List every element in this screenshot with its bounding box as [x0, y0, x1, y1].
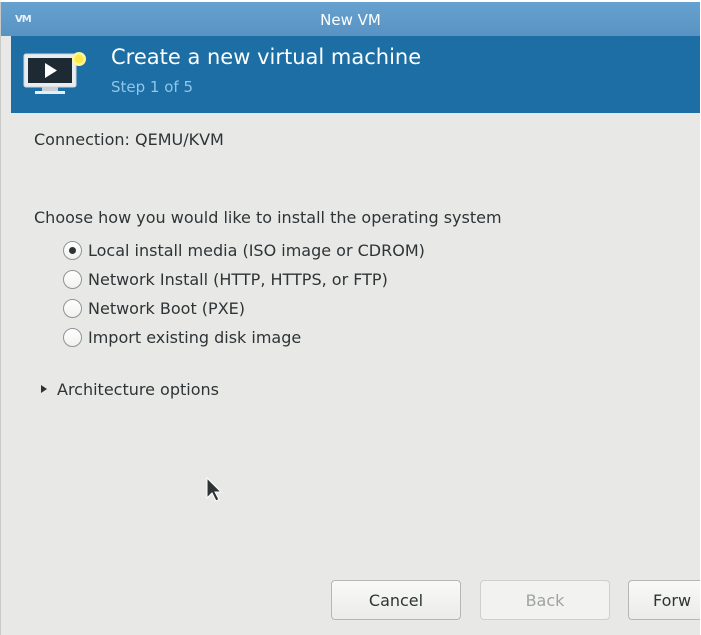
radio-button[interactable]	[63, 240, 82, 260]
forward-button[interactable]: Forw	[628, 580, 700, 620]
radio-button[interactable]	[63, 327, 82, 347]
radio-network-boot[interactable]: Network Boot (PXE)	[63, 296, 245, 320]
new-vm-window: VM New VM Create a new virtual machine S…	[0, 2, 700, 635]
wizard-title: Create a new virtual machine	[111, 45, 422, 69]
radio-label: Network Boot (PXE)	[88, 298, 246, 318]
wizard-header: Create a new virtual machine Step 1 of 5	[11, 36, 700, 113]
radio-label: Import existing disk image	[88, 327, 302, 347]
architecture-options-expander[interactable]: Architecture options	[41, 379, 219, 399]
expander-label: Architecture options	[57, 379, 219, 399]
radio-local-install-media[interactable]: Local install media (ISO image or CDROM)	[63, 238, 425, 262]
connection-label: Connection: QEMU/KVM	[34, 130, 224, 149]
back-button[interactable]: Back	[480, 580, 610, 620]
radio-network-install[interactable]: Network Install (HTTP, HTTPS, or FTP)	[63, 267, 388, 291]
install-method-prompt: Choose how you would like to install the…	[34, 208, 502, 227]
expander-arrow-icon	[41, 385, 47, 393]
radio-import-disk-image[interactable]: Import existing disk image	[63, 325, 301, 349]
window-titlebar[interactable]: VM New VM	[1, 2, 700, 36]
radio-label: Local install media (ISO image or CDROM)	[88, 240, 425, 260]
radio-button[interactable]	[63, 269, 82, 289]
mouse-pointer-icon	[206, 476, 223, 507]
window-title: New VM	[320, 11, 381, 29]
wizard-step-indicator: Step 1 of 5	[111, 78, 194, 96]
radio-label: Network Install (HTTP, HTTPS, or FTP)	[88, 269, 388, 289]
radio-button[interactable]	[63, 298, 82, 318]
cancel-button[interactable]: Cancel	[331, 580, 461, 620]
vm-monitor-icon	[23, 51, 91, 99]
